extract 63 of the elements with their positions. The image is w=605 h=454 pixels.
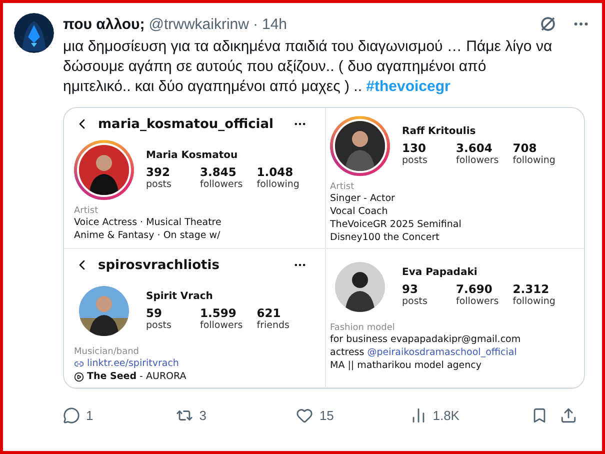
mention-link[interactable]: @peiraikosdramaschool_official [367, 346, 517, 359]
profile-username: maria_kosmatou_official [98, 116, 274, 132]
views-button[interactable]: 1.8K [410, 406, 531, 424]
profile-category: Artist [330, 182, 356, 192]
bio-link[interactable]: linktr.ee/spiritvrach [87, 357, 179, 370]
profile-category: Fashion model [330, 323, 396, 333]
like-button[interactable]: 15 [296, 406, 410, 424]
bio-line: Voice Actress · Musical Theatre [74, 216, 222, 229]
stat-value: 93 [402, 282, 420, 296]
bio-line: for business evapapadakipr@gmail.com [330, 333, 521, 346]
reply-icon [63, 406, 80, 424]
stat-value: 2.312 [512, 282, 550, 296]
stat-value: 3.845 [200, 165, 238, 179]
stat-value: 708 [512, 141, 538, 155]
post-text: μια δημοσίευση για τα αδικημένα παιδιά του διαγωνισμού … Πάμε λίγο να δώσουμε αγάπη σε αυτούς που αξίζουν.. ( δυο αγαπημένοι από ημιτελικό.. και δύο αγαπημένοι από μαχες ) .. #thevoicegr [63, 37, 554, 97]
stat-label: posts [402, 155, 428, 166]
like-icon [296, 406, 314, 424]
profile-category: Musician/band [74, 347, 140, 357]
stat-label: followers [456, 155, 499, 166]
profile-name: Eva Papadaki [402, 267, 478, 278]
bio-line: Singer - Actor [330, 192, 395, 205]
separator: · [252, 16, 258, 32]
post-time[interactable]: 14h [262, 16, 288, 32]
slashed-circle-icon[interactable] [538, 14, 558, 34]
stat-value: 392 [146, 165, 172, 179]
stat-label: friends [256, 320, 290, 331]
profile-name: Spirit Vrach [146, 291, 214, 302]
stat-value: 1.599 [200, 306, 238, 320]
bio-line: MA || matharikou model agency [330, 359, 482, 372]
stat-label: followers [200, 320, 243, 331]
stat-label: following [512, 155, 556, 166]
stat-value: 621 [256, 306, 282, 320]
stat-label: followers [200, 179, 243, 190]
stat-label: followers [456, 296, 499, 307]
profile-category: Artist [74, 206, 100, 216]
repost-button[interactable]: 3 [176, 406, 296, 424]
profile-name: Raff Kritoulis [402, 126, 477, 137]
stat-label: following [256, 179, 300, 190]
attached-screenshot[interactable] [63, 107, 585, 389]
stat-value: 59 [146, 306, 164, 320]
share-icon [560, 406, 578, 424]
author-handle[interactable]: @trwwkaikrinw [148, 16, 249, 32]
stat-label: following [512, 296, 556, 307]
stat-label: posts [402, 296, 428, 307]
bio-line: actress [330, 346, 364, 359]
profile-username: spirosvrachliotis [98, 258, 220, 272]
bio-line: Disney100 the Concert [330, 231, 440, 244]
bio-line: TheVoiceGR 2025 Semifinal [330, 218, 462, 231]
avatar[interactable] [14, 13, 54, 53]
stat-label: posts [146, 320, 172, 331]
bio-line: Vocal Coach [330, 205, 388, 218]
stat-label: posts [146, 179, 172, 190]
play-icon[interactable] [74, 372, 84, 382]
stat-value: 7.690 [456, 282, 494, 296]
stat-value: 3.604 [456, 141, 494, 155]
reply-button[interactable]: 1 [63, 406, 176, 424]
stat-value: 130 [402, 141, 428, 155]
profile-name: Maria Kosmatou [146, 150, 239, 161]
link-icon [74, 358, 84, 368]
song-title[interactable]: The Seed - AURORA [87, 370, 186, 383]
bio-line: Anime & Fantasy · On stage w/ [74, 229, 220, 242]
author-name[interactable]: που αλλου; [63, 16, 145, 32]
stat-value: 1.048 [256, 165, 294, 179]
